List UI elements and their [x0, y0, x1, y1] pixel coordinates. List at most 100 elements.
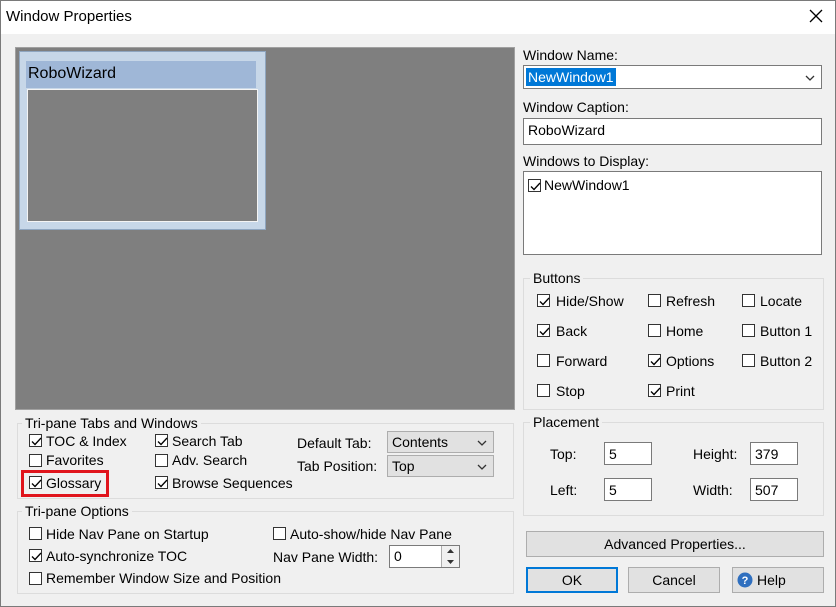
width-field[interactable]: 507 [750, 478, 798, 501]
preview-caption-text: RoboWizard [28, 65, 117, 82]
options-group-title: Tri-pane Options [22, 503, 132, 519]
tab-position-label: Tab Position: [297, 458, 378, 474]
remember-size-checkbox[interactable] [29, 572, 42, 585]
window-caption-field[interactable]: RoboWizard [523, 118, 822, 145]
hide-nav-pane-checkbox[interactable] [29, 527, 42, 540]
home-checkbox[interactable] [648, 324, 661, 337]
window-name-label: Window Name: [523, 47, 618, 63]
options-label: Options [666, 353, 715, 369]
locate-checkbox[interactable] [742, 294, 755, 307]
left-value: 5 [609, 482, 617, 498]
height-label: Height: [693, 446, 738, 462]
top-value: 5 [609, 446, 617, 462]
checkmark-icon [650, 357, 661, 366]
search-tab-label: Search Tab [172, 433, 243, 449]
nav-pane-width-value: 0 [394, 548, 402, 564]
forward-checkbox[interactable] [537, 354, 550, 367]
cancel-button[interactable]: Cancel [628, 567, 720, 593]
home-label: Home [666, 323, 704, 339]
glossary-label: Glossary [46, 475, 102, 491]
auto-sync-toc-checkbox[interactable] [29, 549, 42, 562]
top-field[interactable]: 5 [604, 442, 652, 465]
back-checkbox[interactable] [537, 324, 550, 337]
checkmark-icon [530, 182, 541, 191]
help-button[interactable]: ? Help [732, 567, 824, 593]
checkmark-icon [539, 327, 550, 336]
forward-label: Forward [556, 353, 608, 369]
button-2-checkbox[interactable] [742, 354, 755, 367]
hide-show-checkbox[interactable] [537, 294, 550, 307]
checkmark-icon [31, 479, 42, 488]
glossary-checkbox[interactable] [29, 476, 42, 489]
checkmark-icon [539, 297, 550, 306]
favorites-checkbox[interactable] [29, 454, 42, 467]
tabs-group-title: Tri-pane Tabs and Windows [22, 415, 201, 431]
tab-position-value: Top [392, 458, 415, 474]
spin-up-icon[interactable] [442, 546, 459, 556]
button-1-label: Button 1 [760, 323, 813, 339]
refresh-checkbox[interactable] [648, 294, 661, 307]
height-field[interactable]: 379 [750, 442, 798, 465]
windows-to-display-checkbox[interactable] [528, 179, 541, 192]
placement-group [523, 422, 824, 516]
help-label: Help [757, 572, 786, 588]
toc-index-checkbox[interactable] [29, 434, 42, 447]
spinner-buttons[interactable] [441, 546, 459, 567]
list-item: NewWindow1 [544, 177, 630, 193]
stop-checkbox[interactable] [537, 384, 550, 397]
locate-label: Locate [760, 293, 803, 309]
chevron-down-icon [477, 440, 487, 446]
auto-show-hide-label: Auto-show/hide Nav Pane [290, 526, 452, 542]
adv-search-checkbox[interactable] [155, 454, 168, 467]
ok-button[interactable]: OK [526, 567, 618, 593]
tab-position-select[interactable]: Top [387, 455, 494, 477]
print-checkbox[interactable] [648, 384, 661, 397]
width-value: 507 [755, 482, 779, 498]
close-icon [809, 9, 823, 23]
placement-group-title: Placement [530, 414, 603, 430]
nav-pane-width-label: Nav Pane Width: [273, 549, 379, 565]
spin-down-icon[interactable] [442, 557, 459, 567]
default-tab-select[interactable]: Contents [387, 431, 494, 453]
height-value: 379 [755, 446, 779, 462]
button-2-label: Button 2 [760, 353, 813, 369]
search-tab-checkbox[interactable] [155, 434, 168, 447]
hide-show-label: Hide/Show [556, 293, 624, 309]
refresh-label: Refresh [666, 293, 716, 309]
help-icon: ? [737, 572, 753, 588]
windows-to-display-list[interactable]: NewWindow1 [523, 171, 822, 255]
hide-nav-pane-label: Hide Nav Pane on Startup [46, 526, 209, 542]
stop-label: Stop [556, 383, 585, 399]
remember-size-label: Remember Window Size and Position [46, 570, 281, 586]
top-label: Top: [550, 446, 577, 462]
left-field[interactable]: 5 [604, 478, 652, 501]
print-label: Print [666, 383, 695, 399]
close-button[interactable] [804, 3, 828, 29]
window-caption-value: RoboWizard [528, 122, 606, 138]
nav-pane-width-spinner[interactable]: 0 [389, 545, 460, 568]
chevron-down-icon [477, 464, 487, 470]
checkmark-icon [157, 437, 168, 446]
browse-sequences-checkbox[interactable] [155, 476, 168, 489]
auto-sync-toc-label: Auto-synchronize TOC [46, 548, 188, 564]
window-title: Window Properties [6, 8, 132, 25]
button-1-checkbox[interactable] [742, 324, 755, 337]
toc-index-label: TOC & Index [46, 433, 127, 449]
window-name-value: NewWindow1 [526, 68, 616, 86]
auto-show-hide-checkbox[interactable] [273, 527, 286, 540]
checkmark-icon [31, 437, 42, 446]
options-checkbox[interactable] [648, 354, 661, 367]
svg-text:?: ? [742, 575, 749, 587]
window-name-combo[interactable]: NewWindow1 [523, 65, 822, 89]
adv-search-label: Adv. Search [172, 452, 248, 468]
buttons-group-title: Buttons [530, 270, 584, 286]
default-tab-label: Default Tab: [297, 435, 372, 451]
advanced-properties-button[interactable]: Advanced Properties... [526, 531, 824, 557]
left-label: Left: [550, 482, 578, 498]
preview-body [27, 89, 258, 222]
back-label: Back [556, 323, 588, 339]
checkmark-icon [157, 479, 168, 488]
chevron-down-icon [805, 75, 815, 81]
windows-to-display-label: Windows to Display: [523, 153, 650, 169]
window-caption-label: Window Caption: [523, 99, 629, 115]
